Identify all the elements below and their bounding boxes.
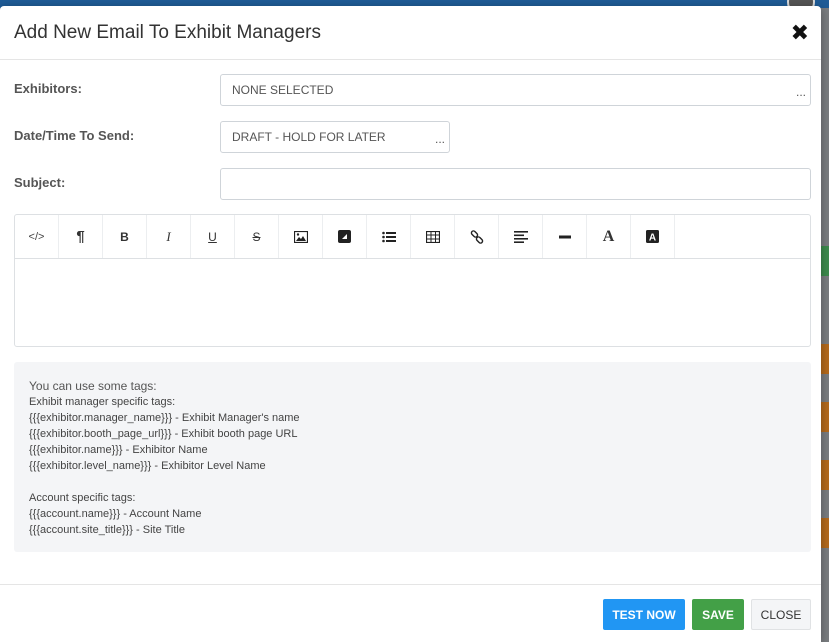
modal-title: Add New Email To Exhibit Managers bbox=[14, 21, 321, 43]
video-icon bbox=[338, 230, 351, 243]
tags-intro: You can use some tags: bbox=[29, 379, 157, 393]
tag-line: {{{exhibitor.level_name}}} - Exhibitor L… bbox=[29, 460, 266, 472]
code-view-button[interactable]: </> bbox=[15, 215, 59, 258]
tag-line: {{{account.name}}} - Account Name bbox=[29, 508, 202, 520]
list-icon bbox=[381, 231, 396, 242]
italic-icon: I bbox=[166, 228, 171, 244]
ellipsis-icon: ... bbox=[795, 85, 806, 99]
align-left-icon bbox=[513, 230, 528, 243]
link-icon bbox=[470, 229, 483, 244]
close-icon[interactable]: ✖ bbox=[789, 18, 811, 48]
subject-input[interactable] bbox=[220, 168, 811, 200]
list-button[interactable] bbox=[367, 215, 411, 258]
image-icon bbox=[293, 230, 308, 243]
background-strip bbox=[821, 402, 829, 432]
background-strip bbox=[821, 344, 829, 374]
table-button[interactable] bbox=[411, 215, 455, 258]
exhibitors-row: Exhibitors: NONE SELECTED ... bbox=[14, 74, 811, 106]
tags-help-box: You can use some tags: Exhibit manager s… bbox=[14, 362, 811, 552]
bold-icon: B bbox=[120, 229, 129, 244]
editor-toolbar: </> ¶ B I U S A A bbox=[15, 215, 810, 259]
font-color-icon: A bbox=[646, 230, 659, 243]
exhibitors-value: NONE SELECTED bbox=[232, 83, 334, 97]
strikethrough-button[interactable]: S bbox=[235, 215, 279, 258]
rich-text-editor: </> ¶ B I U S A A bbox=[14, 214, 811, 347]
horizontal-rule-button[interactable] bbox=[543, 215, 587, 258]
bold-button[interactable]: B bbox=[103, 215, 147, 258]
datetime-value: DRAFT - HOLD FOR LATER bbox=[232, 130, 386, 144]
underline-icon: U bbox=[208, 229, 217, 244]
background-strip bbox=[821, 460, 829, 490]
modal-footer: TEST NOW SAVE CLOSE bbox=[0, 584, 821, 642]
datetime-select[interactable]: DRAFT - HOLD FOR LATER ... bbox=[220, 121, 450, 153]
background-strip bbox=[821, 246, 829, 276]
exhibitors-select[interactable]: NONE SELECTED ... bbox=[220, 74, 811, 106]
modal-header: Add New Email To Exhibit Managers ✖ bbox=[0, 6, 821, 60]
tag-line: {{{exhibitor.booth_page_url}}} - Exhibit… bbox=[29, 428, 298, 440]
svg-text:A: A bbox=[649, 233, 656, 244]
italic-button[interactable]: I bbox=[147, 215, 191, 258]
image-button[interactable] bbox=[279, 215, 323, 258]
horizontal-rule-icon bbox=[558, 235, 571, 238]
tag-line: {{{account.site_title}}} - Site Title bbox=[29, 524, 185, 536]
manager-tags-heading: Exhibit manager specific tags: bbox=[29, 396, 176, 408]
exhibitors-label: Exhibitors: bbox=[14, 81, 82, 96]
email-modal: Add New Email To Exhibit Managers ✖ Exhi… bbox=[0, 6, 821, 642]
paragraph-button[interactable]: ¶ bbox=[59, 215, 103, 258]
underline-button[interactable]: U bbox=[191, 215, 235, 258]
link-button[interactable] bbox=[455, 215, 499, 258]
paragraph-icon: ¶ bbox=[76, 228, 85, 245]
font-button[interactable]: A bbox=[587, 215, 631, 258]
close-button[interactable]: CLOSE bbox=[751, 599, 811, 630]
subject-row: Subject: bbox=[14, 168, 811, 200]
tag-line: {{{exhibitor.name}}} - Exhibitor Name bbox=[29, 444, 208, 456]
editor-content-area[interactable] bbox=[15, 259, 810, 347]
tag-line: {{{exhibitor.manager_name}}} - Exhibit M… bbox=[29, 412, 300, 424]
subject-label: Subject: bbox=[14, 175, 66, 190]
table-icon bbox=[425, 230, 440, 243]
background-strip bbox=[821, 518, 829, 548]
align-button[interactable] bbox=[499, 215, 543, 258]
test-now-button[interactable]: TEST NOW bbox=[603, 599, 685, 630]
save-button[interactable]: SAVE bbox=[692, 599, 744, 630]
code-icon: </> bbox=[28, 230, 45, 243]
account-tags-heading: Account specific tags: bbox=[29, 492, 136, 504]
font-color-button[interactable]: A bbox=[631, 215, 675, 258]
datetime-label: Date/Time To Send: bbox=[14, 128, 135, 143]
font-icon: A bbox=[602, 227, 615, 245]
video-button[interactable] bbox=[323, 215, 367, 258]
datetime-row: Date/Time To Send: DRAFT - HOLD FOR LATE… bbox=[14, 121, 811, 153]
ellipsis-icon: ... bbox=[434, 132, 445, 146]
strikethrough-icon: S bbox=[252, 229, 261, 244]
